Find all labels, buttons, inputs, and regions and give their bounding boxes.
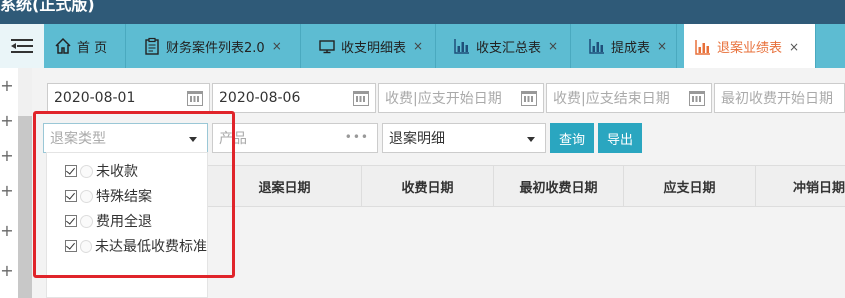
column-header[interactable]: 退案日期 — [208, 166, 362, 206]
pay-start-date-field[interactable]: 收费|应支开始日期 — [378, 83, 544, 113]
calendar-icon[interactable] — [353, 91, 369, 106]
tab-bar: 首 页 财务案件列表2.0 × 收支明细表 × 收支汇总表 × 提成表 × 退案… — [0, 24, 845, 69]
checkbox[interactable] — [65, 240, 77, 252]
left-sidebar: + + + + + + — [0, 68, 32, 298]
column-header[interactable]: 冲销日期 — [756, 166, 845, 206]
radio-icon — [80, 164, 93, 178]
table-body — [208, 207, 845, 298]
tab-income-detail[interactable]: 收支明细表 × — [308, 24, 436, 68]
column-header[interactable]: 最初收费日期 — [494, 166, 624, 206]
checkbox[interactable] — [65, 190, 77, 202]
tab-label: 收支汇总表 — [476, 40, 542, 56]
option-label: 费用全退 — [96, 214, 152, 230]
scrollbar-thumb[interactable] — [18, 116, 32, 298]
expand-icon[interactable]: + — [0, 113, 14, 129]
detail-select[interactable]: 退案明细 — [382, 123, 546, 153]
close-icon[interactable]: × — [413, 39, 423, 53]
close-icon[interactable]: × — [272, 39, 282, 53]
radio-icon — [80, 189, 93, 203]
expand-icon[interactable]: + — [0, 223, 14, 239]
tab-label: 提成表 — [611, 40, 651, 56]
option-label: 特殊结案 — [96, 189, 152, 205]
detail-select-value: 退案明细 — [389, 131, 445, 147]
table-header: 退案日期 收费日期 最初收费日期 应支日期 冲销日期 — [208, 165, 845, 207]
first-pay-start-placeholder: 最初收费开始日期 — [721, 91, 833, 107]
tab-home[interactable]: 首 页 — [44, 24, 126, 68]
calendar-icon[interactable] — [187, 91, 203, 106]
calendar-icon[interactable] — [521, 91, 537, 106]
app-header: 系统(正式版) — [0, 0, 845, 24]
tab-label: 首 页 — [77, 40, 108, 56]
tab-label: 收支明细表 — [341, 40, 407, 56]
chevron-down-icon — [189, 137, 197, 142]
expand-icon[interactable]: + — [0, 148, 14, 164]
date-from-field[interactable]: 2020-08-01 — [47, 83, 210, 113]
refund-type-dropdown: 未收款 特殊结案 费用全退 未达最低收费标准 — [46, 152, 208, 298]
menu-collapse-icon — [11, 39, 33, 53]
bar-chart-icon — [588, 37, 606, 55]
tab-label: 财务案件列表2.0 — [166, 40, 265, 56]
bar-chart-icon — [453, 37, 471, 55]
option-label: 未收款 — [96, 164, 138, 180]
export-button[interactable]: 导出 — [598, 123, 642, 153]
pay-start-placeholder: 收费|应支开始日期 — [385, 91, 502, 107]
expand-icon[interactable]: + — [0, 183, 14, 199]
radio-icon — [80, 214, 93, 228]
home-icon — [54, 37, 72, 55]
date-from-value: 2020-08-01 — [54, 90, 136, 106]
product-picker[interactable]: 产品 ••• — [212, 123, 378, 153]
list-item[interactable]: 特殊结案 — [47, 184, 152, 208]
list-item[interactable]: 费用全退 — [47, 209, 152, 233]
checkbox[interactable] — [65, 215, 77, 227]
close-icon[interactable]: × — [789, 40, 799, 54]
calendar-icon[interactable] — [689, 91, 705, 106]
tab-commission[interactable]: 提成表 × — [578, 24, 677, 68]
close-icon[interactable]: × — [548, 39, 558, 53]
app-title: 系统(正式版) — [0, 0, 95, 14]
bar-chart-icon — [694, 38, 712, 56]
refund-type-select[interactable]: 退案类型 — [43, 123, 208, 153]
query-button[interactable]: 查询 — [550, 123, 594, 153]
monitor-icon — [318, 37, 336, 55]
tab-case-list[interactable]: 财务案件列表2.0 × — [133, 24, 301, 68]
expand-icon[interactable]: + — [0, 78, 14, 94]
option-label: 未达最低收费标准 — [95, 239, 207, 255]
tab-label: 退案业绩表 — [717, 41, 783, 56]
menu-toggle-button[interactable] — [0, 24, 44, 68]
chevron-down-icon — [527, 137, 535, 142]
date-to-field[interactable]: 2020-08-06 — [212, 83, 376, 113]
refund-type-placeholder: 退案类型 — [50, 131, 106, 147]
first-pay-start-date-field[interactable]: 最初收费开始日期 — [714, 83, 845, 113]
main-content: 2020-08-01 2020-08-06 收费|应支开始日期 收费|应支结束日… — [38, 68, 845, 298]
close-icon[interactable]: × — [657, 39, 667, 53]
pay-end-placeholder: 收费|应支结束日期 — [553, 91, 670, 107]
column-header[interactable]: 收费日期 — [362, 166, 494, 206]
list-item[interactable]: 未达最低收费标准 — [47, 234, 207, 258]
tab-income-summary[interactable]: 收支汇总表 × — [443, 24, 571, 68]
date-to-value: 2020-08-06 — [219, 90, 301, 106]
clipboard-icon — [143, 37, 161, 55]
expand-icon[interactable]: + — [0, 263, 14, 279]
checkbox[interactable] — [65, 165, 77, 177]
radio-icon — [79, 239, 92, 253]
list-item[interactable]: 未收款 — [47, 159, 138, 183]
pay-end-date-field[interactable]: 收费|应支结束日期 — [546, 83, 712, 113]
tab-refund-performance[interactable]: 退案业绩表 × — [684, 24, 816, 69]
product-placeholder: 产品 — [219, 131, 247, 147]
more-icon[interactable]: ••• — [345, 130, 369, 144]
column-header[interactable]: 应支日期 — [624, 166, 756, 206]
